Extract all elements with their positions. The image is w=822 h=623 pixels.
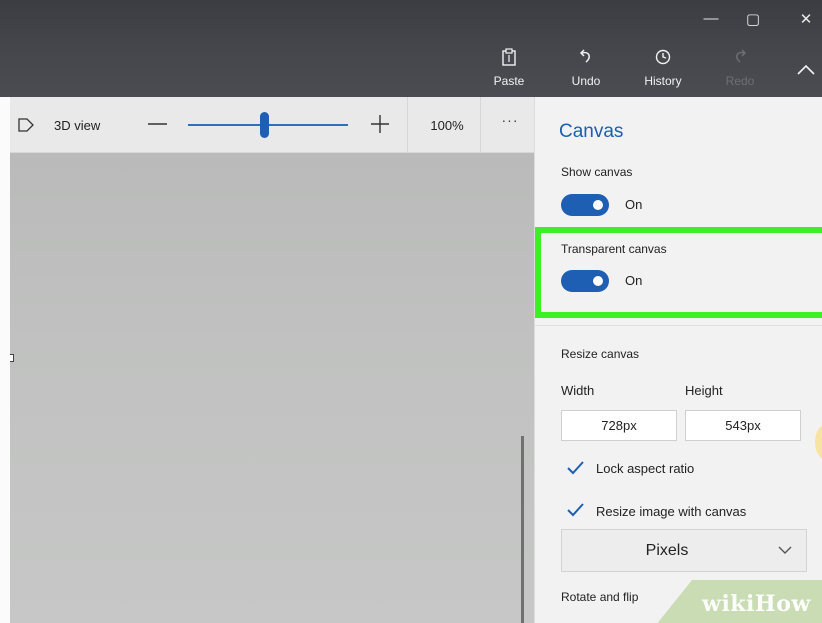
toggle-knob: [593, 276, 603, 286]
units-value: Pixels: [645, 542, 689, 559]
divider: [480, 97, 481, 153]
width-input[interactable]: 728px: [561, 410, 677, 441]
chevron-up-icon: [797, 64, 815, 75]
lock-aspect-label: Lock aspect ratio: [596, 461, 695, 476]
undo-label: Undo: [571, 74, 601, 88]
undo-icon: [558, 48, 614, 70]
divider: [407, 97, 408, 153]
toggle-knob: [593, 200, 603, 210]
width-label: Width: [561, 383, 595, 398]
collapse-ribbon-button[interactable]: [794, 58, 818, 82]
history-icon: [635, 48, 691, 70]
chevron-down-icon: [778, 546, 792, 554]
section-divider: [535, 325, 822, 326]
zoom-percentage[interactable]: 100%: [422, 118, 472, 133]
minus-icon: [148, 123, 167, 125]
redo-button[interactable]: Redo: [712, 48, 768, 88]
show-canvas-state: On: [625, 197, 643, 212]
plus-icon: [371, 115, 389, 133]
rotate-flip-heading: Rotate and flip: [561, 590, 639, 604]
canvas-workspace[interactable]: [10, 153, 534, 623]
left-edge: [0, 97, 10, 623]
canvas-resize-handle[interactable]: [10, 354, 14, 362]
redo-label: Redo: [725, 74, 755, 88]
paste-icon: [481, 48, 537, 70]
view-toolbar: 3D view 100% ···: [10, 97, 534, 153]
history-label: History: [644, 74, 682, 88]
panel-title: Canvas: [559, 121, 624, 142]
3d-view-label[interactable]: 3D view: [54, 118, 100, 133]
history-button[interactable]: History: [635, 48, 691, 88]
vertical-scrollbar[interactable]: [521, 436, 524, 623]
canvas-panel: Canvas Show canvas On Transparent canvas…: [534, 97, 822, 623]
more-options-button[interactable]: ···: [492, 112, 528, 136]
zoom-slider-thumb[interactable]: [259, 112, 269, 138]
transparent-canvas-label: Transparent canvas: [561, 242, 667, 256]
zoom-in-button[interactable]: [365, 109, 395, 139]
minimize-button[interactable]: —: [701, 10, 721, 27]
wikihow-watermark: wikiHow: [702, 591, 811, 617]
transparent-canvas-toggle[interactable]: [561, 270, 609, 292]
close-button[interactable]: ✕: [796, 10, 816, 28]
title-bar: — ▢ ✕ Paste Undo History Redo: [0, 0, 822, 97]
lock-aspect-checkbox[interactable]: [565, 458, 585, 478]
resize-with-canvas-checkbox[interactable]: [565, 500, 585, 520]
paste-label: Paste: [493, 74, 525, 88]
resize-canvas-heading: Resize canvas: [561, 347, 640, 361]
units-dropdown[interactable]: Pixels: [561, 529, 807, 572]
zoom-out-button[interactable]: [143, 109, 173, 139]
3d-view-icon[interactable]: [16, 116, 36, 134]
transparent-canvas-state: On: [625, 273, 643, 288]
restore-button[interactable]: ▢: [743, 10, 763, 28]
height-input[interactable]: 543px: [685, 410, 801, 441]
paste-button[interactable]: Paste: [481, 48, 537, 88]
resize-with-canvas-label: Resize image with canvas: [596, 504, 747, 519]
checkmark-icon: [567, 503, 584, 517]
height-label: Height: [685, 383, 723, 398]
redo-icon: [712, 48, 768, 70]
show-canvas-label: Show canvas: [561, 165, 633, 179]
undo-button[interactable]: Undo: [558, 48, 614, 88]
show-canvas-toggle[interactable]: [561, 194, 609, 216]
checkmark-icon: [567, 461, 584, 475]
